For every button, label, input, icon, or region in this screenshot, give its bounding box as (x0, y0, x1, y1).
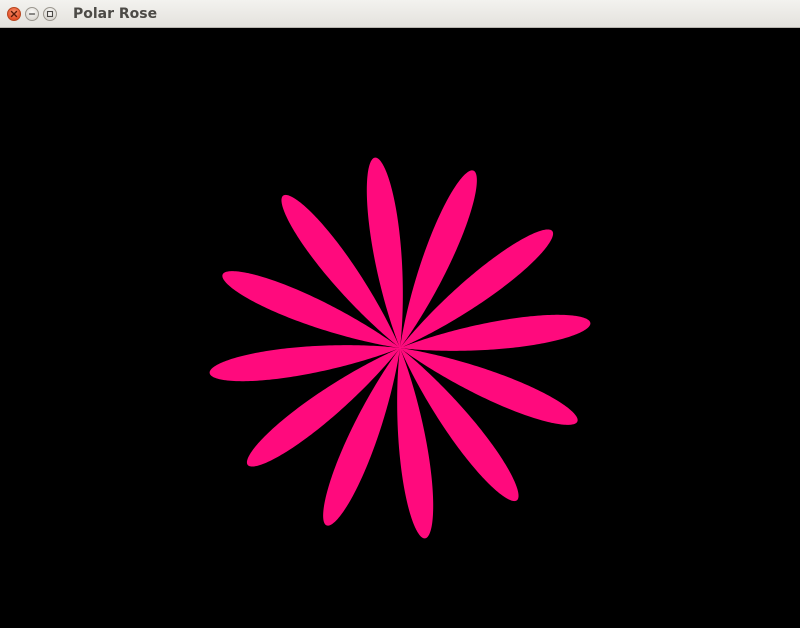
title-bar[interactable]: Polar Rose (0, 0, 800, 28)
window-title: Polar Rose (73, 5, 158, 22)
polar-rose-drawing (209, 157, 591, 539)
minimize-icon (28, 10, 36, 18)
window-controls (7, 6, 57, 21)
maximize-button[interactable] (43, 6, 57, 21)
close-icon (10, 10, 18, 18)
polar-rose-curve (209, 157, 591, 539)
maximize-icon (46, 10, 54, 18)
app-window: Polar Rose (0, 0, 800, 628)
close-button[interactable] (7, 6, 21, 21)
drawing-canvas (0, 28, 800, 628)
minimize-button[interactable] (25, 6, 39, 21)
